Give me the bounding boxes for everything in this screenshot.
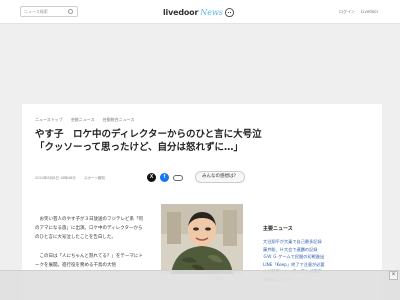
site-logo[interactable]: livedoor News [163, 6, 234, 18]
breadcrumb: ニューストップ 芸能ニュース 芸能総合ニュース [35, 117, 134, 123]
sidebar-news-item[interactable]: 藤井聡、Ｈ大会で連覇の記録 [263, 246, 373, 254]
logo-main-text: livedoor [163, 7, 199, 17]
login-link[interactable]: ログイン [339, 9, 355, 15]
comments-button[interactable]: みんなの感想は？ [195, 171, 245, 183]
facebook-share-icon[interactable]: f [160, 173, 169, 182]
mascot-icon [224, 7, 234, 17]
person-photo-illustration [161, 204, 243, 274]
close-icon[interactable]: × [389, 271, 398, 280]
x-share-icon[interactable]: X [147, 173, 156, 182]
search-icon[interactable] [68, 9, 73, 14]
logo-sub-text: News [200, 7, 223, 17]
breadcrumb-item[interactable]: 芸能総合ニュース [103, 117, 135, 123]
article-title: やす子 ロケ中のディレクターからのひと言に大号泣「クッソーって思ったけど、自分は… [35, 129, 262, 153]
copy-link-icon[interactable] [173, 174, 183, 181]
register-link[interactable]: Livedoor [361, 9, 378, 14]
breadcrumb-item[interactable]: 芸能ニュース [71, 117, 95, 123]
bottom-ad-overlay [0, 270, 400, 300]
share-buttons: X f [147, 173, 183, 182]
article-photo[interactable] [161, 204, 243, 274]
article-meta: 2024年8月8日 18時48分 スポーツ報知 [35, 176, 105, 181]
top-header: ニュース検索 livedoor News ログイン Livedoor [0, 0, 400, 24]
breadcrumb-item[interactable]: ニューストップ [35, 117, 63, 123]
sidebar-news-item[interactable]: LINE「Keep」終了で注意が必要 [263, 261, 373, 269]
sidebar-news-item[interactable]: 大谷翔平が大乗で自己最多記録 [263, 238, 373, 246]
publish-date: 2024年8月8日 18時48分 [35, 176, 76, 180]
article-paragraph: お笑い芸人のやす子が３日放送のフジテレビ系「何のアマになる旅」に出演。ロケ中のデ… [35, 217, 143, 240]
sidebar-title: 主要ニュース [263, 226, 293, 232]
sidebar-news-item[interactable]: ＧＷ Ｇ ゲームで民間の初戦進出 [263, 253, 373, 261]
article-paragraph: この日は「人にちゃんと怒れてる？」をテーマにトークを展開。進行役を務める千鳥の大… [35, 254, 143, 268]
article-source[interactable]: スポーツ報知 [84, 176, 105, 181]
